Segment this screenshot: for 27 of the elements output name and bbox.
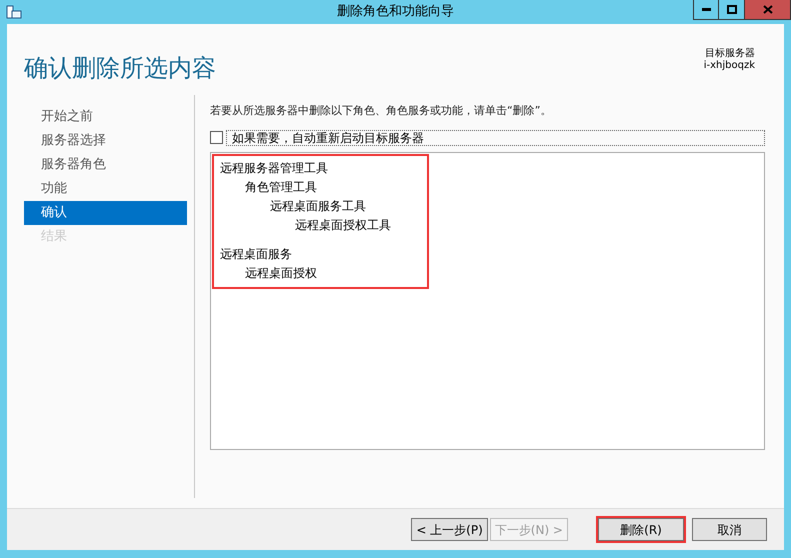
tree-item: 远程桌面服务 xyxy=(220,246,293,262)
instruction-text: 若要从所选服务器中删除以下角色、角色服务或功能，请单击“删除”。 xyxy=(210,103,552,119)
close-button[interactable] xyxy=(745,0,791,20)
nav-item[interactable]: 开始之前 xyxy=(24,105,187,129)
server-manager-icon xyxy=(6,5,22,19)
tree-item: 角色管理工具 xyxy=(244,178,318,196)
window-title: 删除角色和功能向导 xyxy=(336,3,455,22)
tree-item: 远程桌面授权工具 xyxy=(294,216,392,234)
restart-checkbox[interactable] xyxy=(210,131,223,144)
wizard-button[interactable]: < 上一步(P) xyxy=(411,518,488,541)
maximize-icon xyxy=(726,5,736,14)
nav-item[interactable]: 确认 xyxy=(24,201,187,225)
tree-item: 远程桌面服务工具 xyxy=(269,198,367,214)
nav-item[interactable]: 功能 xyxy=(24,177,187,201)
minimize-button[interactable] xyxy=(693,0,719,20)
wizard-button[interactable]: 删除(R) xyxy=(598,518,684,541)
page-title: 确认删除所选内容 xyxy=(24,53,216,84)
restart-checkbox-label[interactable]: 如果需要，自动重新启动目标服务器 xyxy=(226,130,765,146)
tree-item: 远程服务器管理工具 xyxy=(220,160,329,176)
minimize-icon xyxy=(702,8,710,11)
tree-item: 远程桌面授权 xyxy=(244,264,318,282)
close-icon xyxy=(762,5,772,14)
nav-item[interactable]: 服务器选择 xyxy=(24,129,187,153)
nav-item[interactable]: 服务器角色 xyxy=(24,153,187,177)
target-server-label: 目标服务器 xyxy=(705,48,755,60)
target-server-name: i-xhjboqzk xyxy=(704,60,755,72)
wizard-button[interactable]: 取消 xyxy=(692,518,767,541)
